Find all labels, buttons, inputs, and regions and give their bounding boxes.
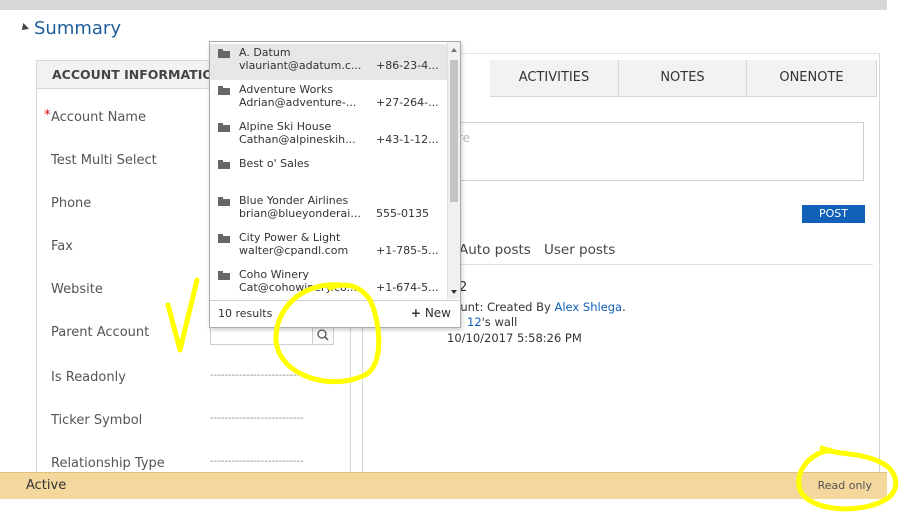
- circle-annotation-lookup: [273, 282, 382, 385]
- circle-annotation-readonly: [796, 445, 899, 512]
- checkmark-annotation-icon: [165, 277, 200, 353]
- annotation-overlay: [165, 277, 899, 512]
